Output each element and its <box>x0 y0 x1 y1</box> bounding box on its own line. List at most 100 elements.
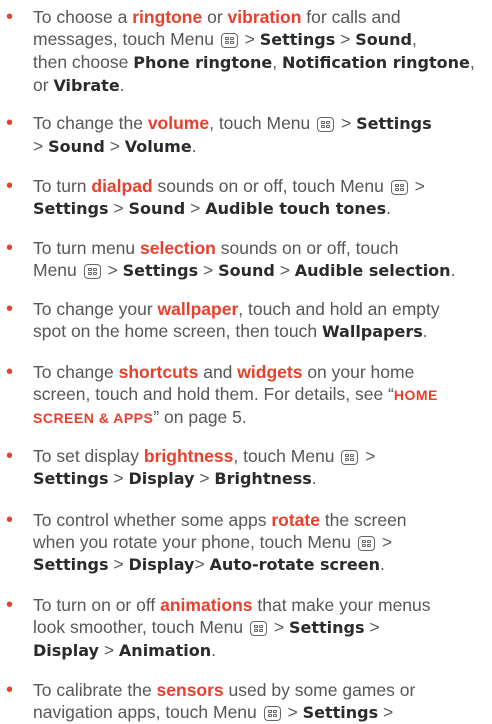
menu-icon <box>317 117 335 132</box>
bold-term: Volume <box>124 137 192 156</box>
list-item-text: To choose a ringtone or vibration for ca… <box>33 6 480 97</box>
bold-term: Settings <box>33 199 109 218</box>
bold-term: Sound <box>218 261 275 280</box>
highlighted-keyword: selection <box>140 238 216 258</box>
text-segment: > <box>274 260 295 280</box>
text-segment: , <box>272 52 282 72</box>
section-reference: HOME <box>393 387 438 403</box>
text-line: To choose a ringtone or vibration for ca… <box>33 6 480 28</box>
list-item: • To change shortcuts and widgets on your… <box>0 361 480 429</box>
text-segment: > <box>377 532 393 552</box>
text-segment: , touch Menu <box>209 113 316 133</box>
bold-term: Brightness <box>214 469 312 488</box>
text-line: To calibrate the sensors used by some ga… <box>33 679 480 701</box>
text-segment: then choose <box>33 52 134 72</box>
text-line: SCREEN & APPS” on page 5. <box>33 406 480 429</box>
highlighted-keyword: widgets <box>237 362 303 382</box>
text-segment: > <box>336 113 357 133</box>
text-segment: or <box>33 75 54 95</box>
bold-term: Settings <box>356 114 432 133</box>
text-segment: > <box>194 554 210 574</box>
text-segment: > <box>102 260 123 280</box>
text-segment: . <box>311 468 317 488</box>
text-segment: To change your <box>33 299 158 319</box>
list-item-text: To change the volume, touch Menu > Setti… <box>33 112 480 158</box>
text-segment: > <box>104 136 125 156</box>
text-line: Display > Animation. <box>33 639 480 662</box>
highlighted-keyword: animations <box>160 595 253 615</box>
bold-term: Sound <box>355 30 412 49</box>
highlighted-keyword: vibration <box>227 7 302 27</box>
text-segment: when you rotate your phone, touch Menu <box>33 532 356 552</box>
menu-icon <box>390 180 408 195</box>
text-line: screen, touch and hold them. For details… <box>33 383 480 406</box>
text-line: To turn menu selection sounds on or off,… <box>33 237 480 259</box>
text-segment: used by some games or <box>223 680 416 700</box>
text-segment: sounds on or off, touch <box>215 238 399 258</box>
text-segment: To change the <box>33 113 148 133</box>
section-reference: SCREEN & APPS <box>33 410 154 426</box>
text-line: To turn on or off animations that make y… <box>33 594 480 616</box>
text-segment: the screen <box>319 510 407 530</box>
text-segment: To change <box>33 362 119 382</box>
highlighted-keyword: dialpad <box>91 176 153 196</box>
text-segment: , <box>469 52 475 72</box>
list-item: • To control whether some apps rotate the… <box>0 509 480 576</box>
text-segment: > <box>194 468 215 488</box>
bullet-icon: • <box>6 175 14 197</box>
text-segment: . <box>450 260 456 280</box>
text-line: look smoother, touch Menu > Settings > <box>33 616 480 639</box>
text-segment: ” on page 5. <box>153 407 247 427</box>
list-item: • To choose a ringtone or vibration for c… <box>0 6 480 97</box>
bold-term: Auto-rotate screen <box>209 555 380 574</box>
list-item-text: To control whether some apps rotate the … <box>33 509 480 576</box>
text-segment: for calls and <box>301 7 401 27</box>
text-segment: sounds on or off, touch Menu <box>152 176 389 196</box>
bullet-icon: • <box>6 679 14 701</box>
list-item-text: To set display brightness, touch Menu > S… <box>33 445 480 490</box>
text-segment: . <box>422 321 428 341</box>
list-item-text: To turn dialpad sounds on or off, touch … <box>33 175 480 220</box>
bold-term: Settings <box>122 261 199 280</box>
list-item: • To turn dialpad sounds on or off, touch… <box>0 175 480 220</box>
list-item-text: To turn menu selection sounds on or off,… <box>33 237 480 282</box>
text-segment: . <box>380 554 385 574</box>
bullet-icon: • <box>6 509 14 531</box>
bold-term: Audible selection <box>294 261 451 280</box>
text-segment: To set display <box>33 446 144 466</box>
text-line: To turn dialpad sounds on or off, touch … <box>33 175 480 197</box>
list-item-text: To calibrate the sensors used by some ga… <box>33 679 480 724</box>
bold-term: Settings <box>302 703 379 722</box>
bold-term: Notification ringtone <box>281 53 470 72</box>
text-line: To change your wallpaper, touch and hold… <box>33 298 480 320</box>
text-line: > Sound > Volume. <box>33 135 480 158</box>
document-page: • To choose a ringtone or vibration for c… <box>0 0 492 722</box>
text-segment: and <box>198 362 238 382</box>
text-segment: spot on the home screen, then touch <box>33 321 322 341</box>
bold-term: Animation <box>118 641 212 660</box>
text-segment: > <box>268 617 289 637</box>
bullet-icon: • <box>6 6 14 28</box>
bold-term: Display <box>33 641 99 660</box>
text-segment: To control whether some apps <box>33 510 272 530</box>
text-line: spot on the home screen, then touch Wall… <box>33 320 480 343</box>
list-item-text: To turn on or off animations that make y… <box>33 594 480 662</box>
bold-term: Display <box>128 469 195 488</box>
bold-term: Display <box>128 555 195 574</box>
list-item: • To change your wallpaper, touch and hol… <box>0 298 480 343</box>
text-segment: , <box>411 29 417 49</box>
bullet-icon: • <box>6 298 14 320</box>
text-segment: . <box>386 198 392 218</box>
list-item: • To change the volume, touch Menu > Sett… <box>0 112 480 158</box>
text-segment: > <box>33 136 49 156</box>
text-segment: > <box>239 29 260 49</box>
text-segment: To turn <box>33 176 92 196</box>
text-segment: > <box>98 640 119 660</box>
bold-term: Phone ringtone <box>133 53 273 72</box>
text-segment: > <box>409 176 425 196</box>
text-segment: > <box>364 617 380 637</box>
text-segment: > <box>198 260 219 280</box>
text-segment: screen, touch and hold them. For details… <box>33 384 394 404</box>
text-line: messages, touch Menu > Settings > Sound, <box>33 28 480 51</box>
highlighted-keyword: ringtone <box>132 7 203 27</box>
